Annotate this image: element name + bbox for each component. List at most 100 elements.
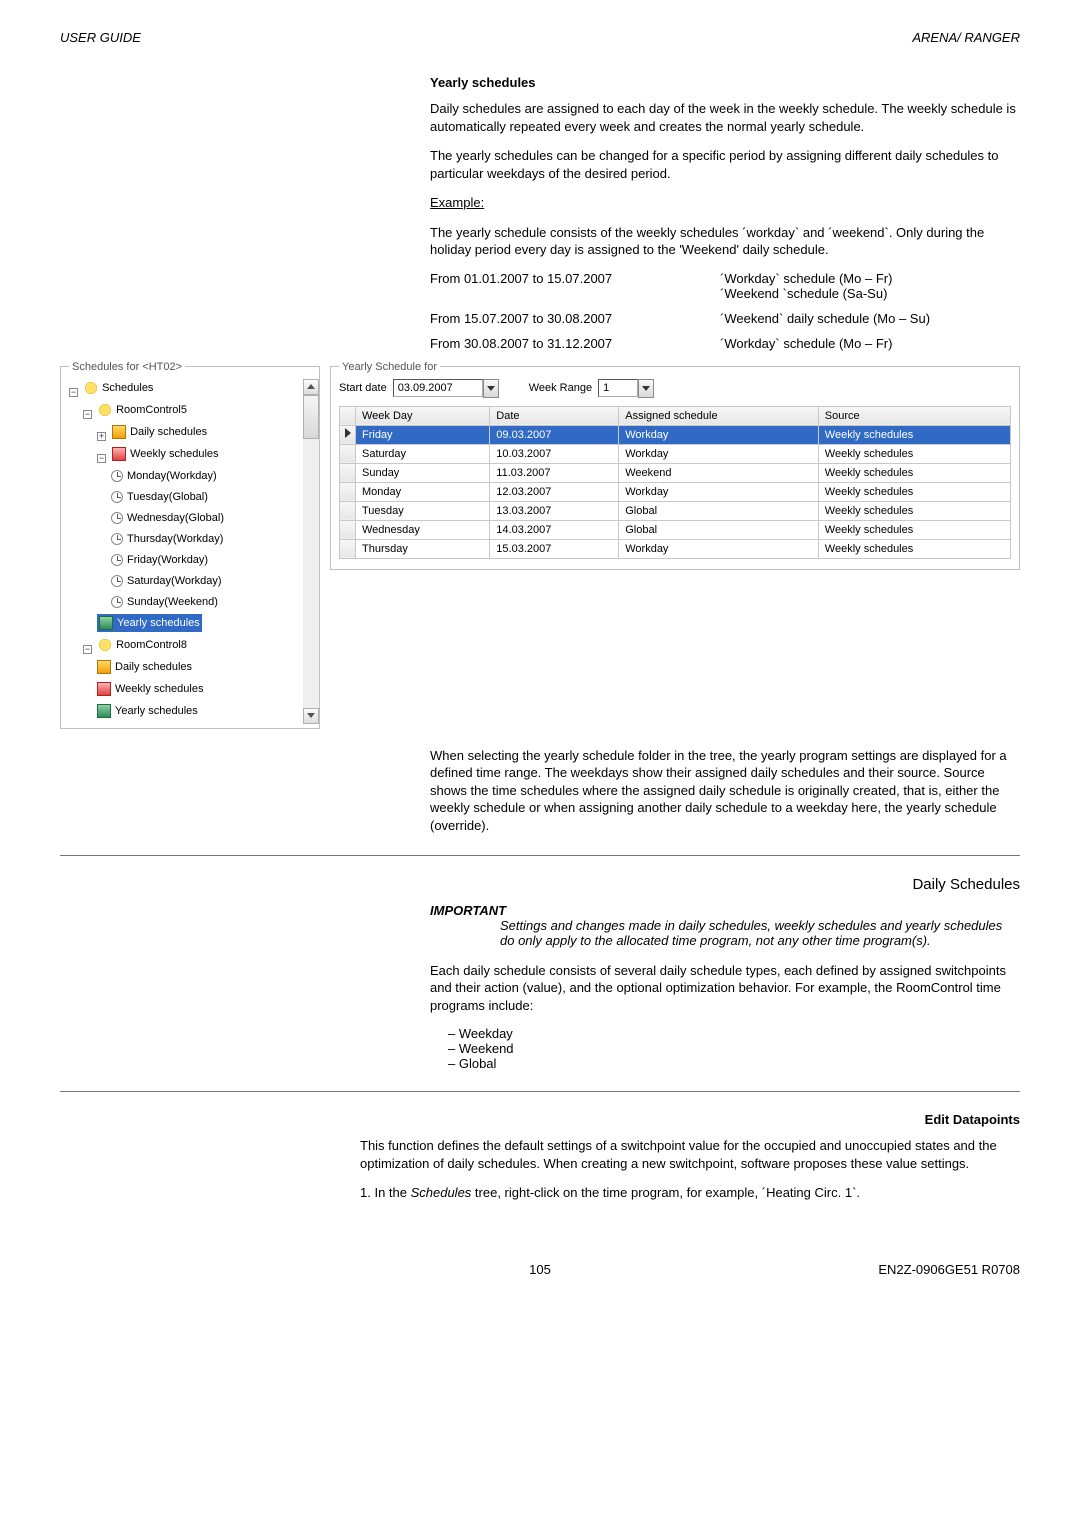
cell-weekday: Monday xyxy=(356,482,490,501)
list-item: Global xyxy=(448,1056,1020,1071)
cell-date: 14.03.2007 xyxy=(490,520,619,539)
cell-date: 11.03.2007 xyxy=(490,463,619,482)
daily-schedules-title: Daily Schedules xyxy=(60,876,1020,893)
clock-icon xyxy=(111,554,123,566)
cell-weekday: Thursday xyxy=(356,539,490,558)
start-date-dropdown[interactable] xyxy=(483,379,499,398)
cell-source: Weekly schedules xyxy=(818,539,1010,558)
scroll-up-button[interactable] xyxy=(303,379,319,395)
yearly-schedule-table[interactable]: Week Day Date Assigned schedule Source F… xyxy=(339,406,1011,559)
tree-expand-room5[interactable]: − xyxy=(83,410,92,419)
week-range-input[interactable]: 1 xyxy=(598,379,638,397)
col-header-weekday[interactable]: Week Day xyxy=(356,406,490,425)
row-marker-cell xyxy=(340,501,356,520)
scroll-thumb[interactable] xyxy=(303,395,319,439)
important-body: Settings and changes made in daily sched… xyxy=(500,918,1020,948)
scroll-track[interactable] xyxy=(303,439,319,708)
table-row[interactable]: Wednesday14.03.2007GlobalWeekly schedule… xyxy=(340,520,1011,539)
cell-date: 13.03.2007 xyxy=(490,501,619,520)
cell-source: Weekly schedules xyxy=(818,501,1010,520)
tree-scrollbar[interactable] xyxy=(303,379,319,724)
header-right: ARENA/ RANGER xyxy=(912,30,1020,45)
edit-datapoints-title: Edit Datapoints xyxy=(60,1112,1020,1127)
edit-dp-step-1: 1. In the Schedules tree, right-click on… xyxy=(360,1184,1020,1202)
period-right-2: ´Weekend` daily schedule (Mo – Su) xyxy=(720,311,1020,326)
page-footer: 105 EN2Z-0906GE51 R0708 xyxy=(60,1262,1020,1277)
table-row[interactable]: Saturday10.03.2007WorkdayWeekly schedule… xyxy=(340,444,1011,463)
week-range-dropdown[interactable] xyxy=(638,379,654,398)
cell-date: 09.03.2007 xyxy=(490,425,619,444)
period-row-3: From 30.08.2007 to 31.12.2007 ´Workday` … xyxy=(430,336,1020,351)
tree-expand-root[interactable]: − xyxy=(69,388,78,397)
app-panel: Schedules for <HT02> − Schedules xyxy=(60,361,1020,729)
tree-node-roomcontrol8[interactable]: RoomControl8 xyxy=(98,636,187,654)
clock-icon xyxy=(111,533,123,545)
yearly-title: Yearly schedules xyxy=(430,75,1020,90)
table-row[interactable]: Tuesday13.03.2007GlobalWeekly schedules xyxy=(340,501,1011,520)
page-number: 105 xyxy=(260,1262,820,1277)
cell-weekday: Sunday xyxy=(356,463,490,482)
period-left-1: From 01.01.2007 to 15.07.2007 xyxy=(430,271,720,301)
yearly-p1: Daily schedules are assigned to each day… xyxy=(430,100,1020,135)
tree-node-weekly-schedules-2[interactable]: Weekly schedules xyxy=(97,680,203,698)
tree-legend: Schedules for <HT02> xyxy=(69,361,185,373)
schedules-icon xyxy=(84,381,98,395)
tree-node-schedules[interactable]: Schedules xyxy=(84,379,153,397)
tree-expand-weekly[interactable]: − xyxy=(97,454,106,463)
cell-assigned: Workday xyxy=(619,482,819,501)
example-label: Example: xyxy=(430,194,1020,212)
cell-weekday: Wednesday xyxy=(356,520,490,539)
weekly-icon xyxy=(97,682,111,696)
schedule-tree-panel: Schedules for <HT02> − Schedules xyxy=(60,361,320,729)
clock-icon xyxy=(111,470,123,482)
start-date-label: Start date xyxy=(339,382,387,394)
tree-node-weekly-schedules[interactable]: Weekly schedules xyxy=(112,445,218,463)
row-marker-cell xyxy=(340,482,356,501)
table-row[interactable]: Sunday11.03.2007WeekendWeekly schedules xyxy=(340,463,1011,482)
clock-icon xyxy=(111,596,123,608)
tree-node-thursday[interactable]: Thursday(Workday) xyxy=(111,530,223,548)
tree-node-friday[interactable]: Friday(Workday) xyxy=(111,551,208,569)
row-marker-cell xyxy=(340,444,356,463)
tree-node-daily-schedules[interactable]: Daily schedules xyxy=(112,423,207,441)
col-header-source[interactable]: Source xyxy=(818,406,1010,425)
tree-expand-daily[interactable]: + xyxy=(97,432,106,441)
program-icon xyxy=(98,638,112,652)
col-header-assigned[interactable]: Assigned schedule xyxy=(619,406,819,425)
cell-assigned: Workday xyxy=(619,425,819,444)
schedule-tree[interactable]: − Schedules − RoomControl5 xyxy=(69,379,303,724)
scroll-down-button[interactable] xyxy=(303,708,319,724)
tree-node-yearly-schedules[interactable]: Yearly schedules xyxy=(97,614,202,632)
row-marker-cell xyxy=(340,425,356,444)
cell-date: 15.03.2007 xyxy=(490,539,619,558)
tree-node-roomcontrol5[interactable]: RoomControl5 xyxy=(98,401,187,419)
edit-dp-p1: This function defines the default settin… xyxy=(360,1137,1020,1172)
table-row[interactable]: Monday12.03.2007WorkdayWeekly schedules xyxy=(340,482,1011,501)
col-header-date[interactable]: Date xyxy=(490,406,619,425)
tree-node-tuesday[interactable]: Tuesday(Global) xyxy=(111,488,208,506)
header-left: USER GUIDE xyxy=(60,30,141,45)
cell-weekday: Friday xyxy=(356,425,490,444)
tree-node-daily-schedules-2[interactable]: Daily schedules xyxy=(97,658,192,676)
yearly-explanation: When selecting the yearly schedule folde… xyxy=(430,747,1020,835)
separator-1 xyxy=(60,855,1020,856)
tree-expand-room8[interactable]: − xyxy=(83,645,92,654)
yearly-icon xyxy=(99,616,113,630)
clock-icon xyxy=(111,491,123,503)
cell-weekday: Tuesday xyxy=(356,501,490,520)
yearly-schedule-panel: Yearly Schedule for Start date 03.09.200… xyxy=(330,361,1020,729)
cell-assigned: Workday xyxy=(619,444,819,463)
tree-node-monday[interactable]: Monday(Workday) xyxy=(111,467,217,485)
table-row[interactable]: Thursday15.03.2007WorkdayWeekly schedule… xyxy=(340,539,1011,558)
tree-node-saturday[interactable]: Saturday(Workday) xyxy=(111,572,222,590)
tree-node-sunday[interactable]: Sunday(Weekend) xyxy=(111,593,218,611)
tree-node-wednesday[interactable]: Wednesday(Global) xyxy=(111,509,224,527)
period-left-3: From 30.08.2007 to 31.12.2007 xyxy=(430,336,720,351)
cell-source: Weekly schedules xyxy=(818,444,1010,463)
tree-node-yearly-schedules-2[interactable]: Yearly schedules xyxy=(97,702,198,720)
cell-date: 12.03.2007 xyxy=(490,482,619,501)
clock-icon xyxy=(111,575,123,587)
start-date-input[interactable]: 03.09.2007 xyxy=(393,379,483,397)
important-label: IMPORTANT xyxy=(430,903,1020,918)
table-row[interactable]: Friday09.03.2007WorkdayWeekly schedules xyxy=(340,425,1011,444)
